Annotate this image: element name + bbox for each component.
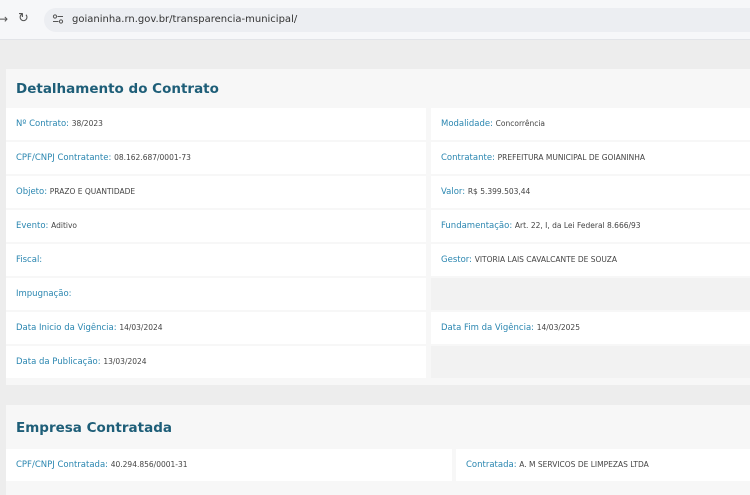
field-value: A. M SERVICOS DE LIMPEZAS LTDA [519, 460, 649, 469]
field-value: 13/03/2024 [103, 357, 147, 366]
field-label: CPF/CNPJ Contratada: [16, 460, 109, 470]
field-value: 38/2023 [71, 119, 103, 128]
field-label: Fundamentação: [441, 221, 513, 231]
field-evento: Evento: Aditivo [6, 210, 426, 242]
field-label: Data Inicio da Vigência: [16, 323, 117, 333]
field-gestor: Gestor: VITORIA LAIS CAVALCANTE DE SOUZA [431, 244, 750, 276]
site-settings-icon[interactable] [52, 13, 64, 25]
field-data-fim-vigencia: Data Fim da Vigência: 14/03/2025 [431, 312, 750, 344]
reload-icon[interactable]: ↻ [18, 11, 29, 26]
field-cnpj-contratante: CPF/CNPJ Contratante: 08.162.687/0001-73 [6, 142, 426, 174]
back-arrow-icon[interactable]: → [0, 12, 8, 26]
url-text[interactable]: goianinha.rn.gov.br/transparencia-munici… [72, 14, 297, 25]
field-modalidade: Modalidade: Concorrência [431, 108, 750, 140]
field-data-publicacao: Data da Publicação: 13/03/2024 [6, 346, 426, 378]
field-value: Art. 22, I, da Lei Federal 8.666/93 [514, 221, 641, 230]
field-label: Impugnação: [16, 289, 72, 299]
field-contratante: Contratante: PREFEITURA MUNICIPAL DE GOI… [431, 142, 750, 174]
field-value: PREFEITURA MUNICIPAL DE GOIANINHA [497, 153, 645, 162]
field-value: 40.294.856/0001-31 [110, 460, 188, 469]
field-label: CPF/CNPJ Contratante: [16, 153, 112, 163]
field-fiscal: Fiscal: [6, 244, 426, 276]
field-value: 14/03/2025 [536, 323, 580, 332]
field-label: Contratante: [441, 153, 495, 163]
browser-toolbar: → ↻ goianinha.rn.gov.br/transparencia-mu… [0, 0, 750, 40]
field-label: Modalidade: [441, 119, 493, 129]
field-label: Contratada: [466, 460, 517, 470]
empty-cell [431, 278, 750, 310]
company-title: Empresa Contratada [16, 420, 172, 436]
field-data-inicio-vigencia: Data Inicio da Vigência: 14/03/2024 [6, 312, 426, 344]
field-contratada: Contratada: A. M SERVICOS DE LIMPEZAS LT… [456, 449, 750, 481]
field-value: R$ 5.399.503,44 [467, 187, 531, 196]
field-value: Aditivo [51, 221, 78, 230]
page-content: Detalhamento do Contrato Nº Contrato: 38… [0, 41, 750, 495]
contract-details-title: Detalhamento do Contrato [16, 81, 219, 97]
empty-cell [431, 346, 750, 378]
field-objeto: Objeto: PRAZO E QUANTIDADE [6, 176, 426, 208]
field-value: VITORIA LAIS CAVALCANTE DE SOUZA [474, 255, 618, 264]
field-value: 08.162.687/0001-73 [114, 153, 191, 162]
field-label: Data Fim da Vigência: [441, 323, 535, 333]
field-cnpj-contratada: CPF/CNPJ Contratada: 40.294.856/0001-31 [6, 449, 452, 481]
field-label: Data da Publicação: [16, 357, 101, 367]
field-numero-contrato: Nº Contrato: 38/2023 [6, 108, 426, 140]
field-fundamentacao: Fundamentação: Art. 22, I, da Lei Federa… [431, 210, 750, 242]
field-impugnacao: Impugnação: [6, 278, 426, 310]
field-label: Gestor: [441, 255, 472, 265]
field-label: Nº Contrato: [16, 119, 70, 129]
field-value: Concorrência [495, 119, 546, 128]
field-label: Fiscal: [16, 255, 43, 265]
field-value: 14/03/2024 [119, 323, 163, 332]
field-value: PRAZO E QUANTIDADE [49, 187, 136, 196]
contract-details-card: Detalhamento do Contrato Nº Contrato: 38… [6, 69, 750, 385]
company-card: Empresa Contratada CPF/CNPJ Contratada: … [6, 405, 750, 495]
field-label: Evento: [16, 221, 49, 231]
field-valor: Valor: R$ 5.399.503,44 [431, 176, 750, 208]
field-label: Valor: [441, 187, 466, 197]
field-label: Objeto: [16, 187, 48, 197]
